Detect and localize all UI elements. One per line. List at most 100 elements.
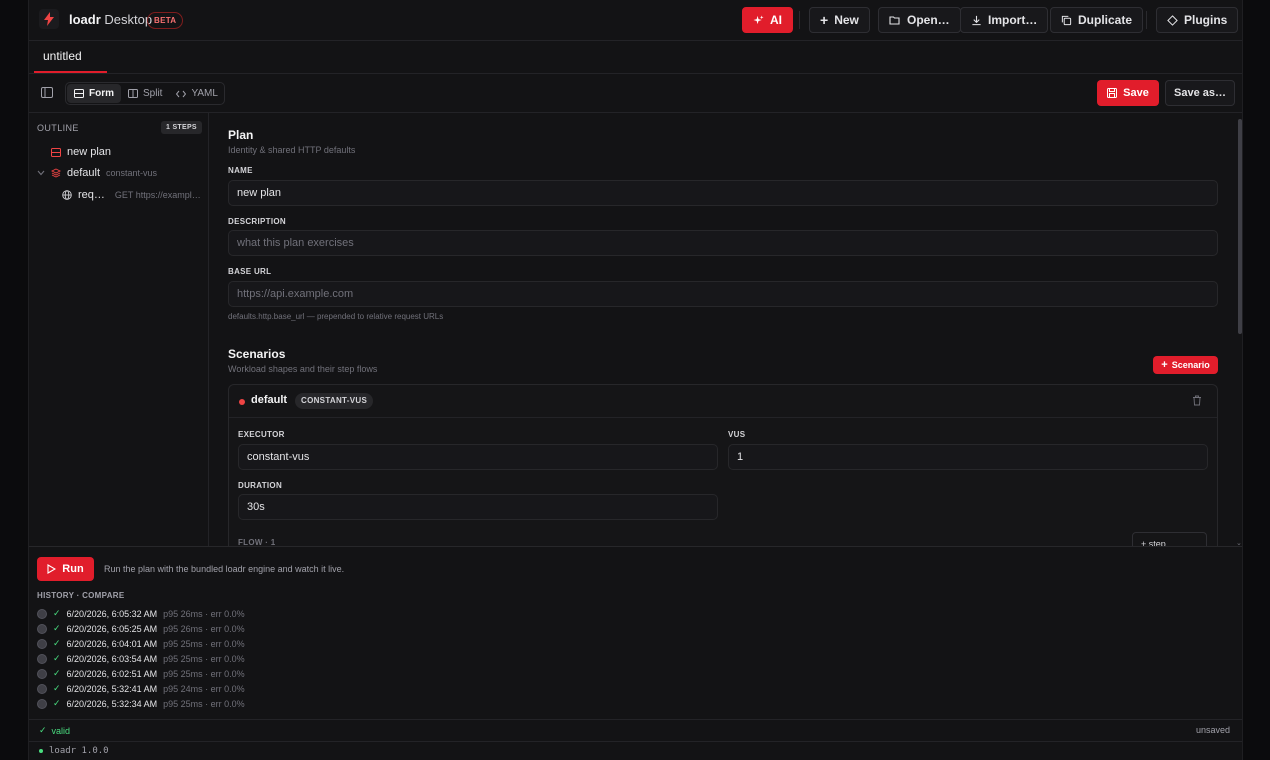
scenario-status-dot xyxy=(239,399,245,405)
plus-icon: + xyxy=(1161,358,1168,371)
unsaved-indicator: unsaved xyxy=(1195,725,1230,735)
duplicate-button[interactable]: Duplicate xyxy=(1050,7,1144,33)
history-time: 6/20/2026, 6:02:51 AM xyxy=(66,668,158,679)
history-time: 6/20/2026, 6:04:01 AM xyxy=(66,638,158,649)
editor-toolbar: Form Split YAML Save Save as… xyxy=(29,74,1242,113)
history-row[interactable]: ✓ 6/20/2026, 5:32:41 AM p95 24ms · err 0… xyxy=(37,682,245,695)
run-button[interactable]: Run xyxy=(37,557,94,581)
scenario-header: default CONSTANT-VUS xyxy=(229,385,1217,418)
flow-label: FLOW · 1 xyxy=(238,538,276,546)
validation-label: valid xyxy=(51,725,71,736)
add-scenario-label: Scenario xyxy=(1171,360,1210,370)
compare-radio[interactable] xyxy=(37,608,47,619)
scenarios-section-title: Scenarios xyxy=(228,347,286,361)
outline-item-label: new plan xyxy=(67,146,112,158)
history-stats: p95 26ms · err 0.0% xyxy=(163,623,245,634)
history-row[interactable]: ✓ 6/20/2026, 6:02:51 AM p95 25ms · err 0… xyxy=(37,667,245,680)
save-button-label: Save xyxy=(1123,87,1149,99)
code-icon xyxy=(176,90,187,97)
sidebar-toggle-icon[interactable] xyxy=(41,87,53,98)
compare-radio[interactable] xyxy=(37,683,47,694)
outline-item-plan[interactable]: new plan xyxy=(51,146,111,158)
vus-field[interactable]: 1 xyxy=(728,444,1208,470)
tab-bar: untitled xyxy=(29,41,1242,74)
mode-split[interactable]: Split xyxy=(121,84,169,103)
executor-label: EXECUTOR xyxy=(238,430,285,439)
history-time: 6/20/2026, 6:03:54 AM xyxy=(66,653,158,664)
divider xyxy=(799,11,800,29)
folder-open-icon xyxy=(889,15,900,25)
bolt-logo-icon xyxy=(39,9,59,29)
add-scenario-button[interactable]: + Scenario xyxy=(1153,356,1218,374)
outline-item-sub: constant-vus xyxy=(106,168,158,178)
history-header: HISTORY · COMPARE xyxy=(37,591,125,600)
duration-label: DURATION xyxy=(238,481,283,490)
description-field[interactable]: what this plan exercises xyxy=(228,230,1218,256)
divider xyxy=(1146,11,1147,29)
history-stats: p95 25ms · err 0.0% xyxy=(163,653,245,664)
base-url-field[interactable]: https://api.example.com xyxy=(228,281,1218,307)
plan-section-subtitle: Identity & shared HTTP defaults xyxy=(228,145,356,155)
history-stats: p95 26ms · err 0.0% xyxy=(163,608,245,619)
check-icon: ✓ xyxy=(53,668,61,678)
title-bar: loadr Desktop BETA AI + New Open… Import… xyxy=(29,0,1242,41)
globe-icon xyxy=(62,190,72,200)
vus-label: VUS xyxy=(728,430,746,439)
scenario-name: default xyxy=(251,394,288,406)
base-url-label: BASE URL xyxy=(228,267,272,276)
copy-icon xyxy=(1061,15,1072,25)
form-scrollbar[interactable] xyxy=(1238,119,1242,334)
plugins-button[interactable]: Plugins xyxy=(1156,7,1239,33)
mode-yaml[interactable]: YAML xyxy=(169,84,225,103)
mode-form-label: Form xyxy=(89,88,114,99)
ai-button[interactable]: AI xyxy=(742,7,793,33)
sparkles-icon xyxy=(753,14,764,24)
tab-untitled[interactable]: untitled xyxy=(34,41,107,73)
executor-field[interactable]: constant-vus xyxy=(238,444,718,470)
check-icon: ✓ xyxy=(53,623,61,633)
history-row[interactable]: ✓ 6/20/2026, 6:05:25 AM p95 26ms · err 0… xyxy=(37,622,245,635)
executor-badge: CONSTANT-VUS xyxy=(295,393,374,409)
steps-count-badge: 1 STEPS xyxy=(161,121,202,134)
import-button[interactable]: Import… xyxy=(960,7,1049,33)
history-row[interactable]: ✓ 6/20/2026, 5:32:34 AM p95 25ms · err 0… xyxy=(37,697,245,710)
new-button[interactable]: + New xyxy=(809,7,870,33)
outline-header: OUTLINE xyxy=(37,123,79,133)
mode-form[interactable]: Form xyxy=(67,84,121,103)
check-icon: ✓ xyxy=(53,653,61,663)
outline-item-scenario[interactable]: default constant-vus xyxy=(37,167,157,179)
name-field[interactable]: new plan xyxy=(228,180,1218,206)
scenarios-section-subtitle: Workload shapes and their step flows xyxy=(228,364,378,374)
save-button[interactable]: Save xyxy=(1097,80,1159,106)
form-icon xyxy=(74,89,84,98)
compare-radio[interactable] xyxy=(37,653,47,664)
beta-badge: BETA xyxy=(147,12,184,29)
layers-icon xyxy=(51,168,61,178)
history-row[interactable]: ✓ 6/20/2026, 6:05:32 AM p95 26ms · err 0… xyxy=(37,607,245,620)
history-stats: p95 25ms · err 0.0% xyxy=(163,698,245,709)
run-description: Run the plan with the bundled loadr engi… xyxy=(104,564,345,574)
plan-icon xyxy=(51,147,61,157)
outline-item-request[interactable]: req… GET https://exampl… xyxy=(62,189,201,201)
check-icon: ✓ xyxy=(53,698,61,708)
history-row[interactable]: ✓ 6/20/2026, 6:04:01 AM p95 25ms · err 0… xyxy=(37,637,245,650)
add-step-button[interactable]: + step… xyxy=(1132,532,1207,546)
download-icon xyxy=(972,15,981,25)
new-button-label: New xyxy=(834,13,859,27)
compare-radio[interactable] xyxy=(37,668,47,679)
status-dot xyxy=(39,749,43,753)
compare-radio[interactable] xyxy=(37,623,47,634)
engine-version: loadr 1.0.0 xyxy=(39,746,109,756)
compare-radio[interactable] xyxy=(37,698,47,709)
trash-icon[interactable] xyxy=(1192,395,1202,406)
compare-radio[interactable] xyxy=(37,638,47,649)
view-mode-switcher: Form Split YAML xyxy=(65,82,225,105)
history-time: 6/20/2026, 5:32:34 AM xyxy=(66,698,158,709)
open-button[interactable]: Open… xyxy=(878,7,961,33)
history-row[interactable]: ✓ 6/20/2026, 6:03:54 AM p95 25ms · err 0… xyxy=(37,652,245,665)
duration-field[interactable]: 30s xyxy=(238,494,718,520)
plus-icon: + xyxy=(820,12,829,28)
history-time: 6/20/2026, 6:05:32 AM xyxy=(66,608,158,619)
check-icon: ✓ xyxy=(39,725,47,735)
save-as-button[interactable]: Save as… xyxy=(1165,80,1235,106)
